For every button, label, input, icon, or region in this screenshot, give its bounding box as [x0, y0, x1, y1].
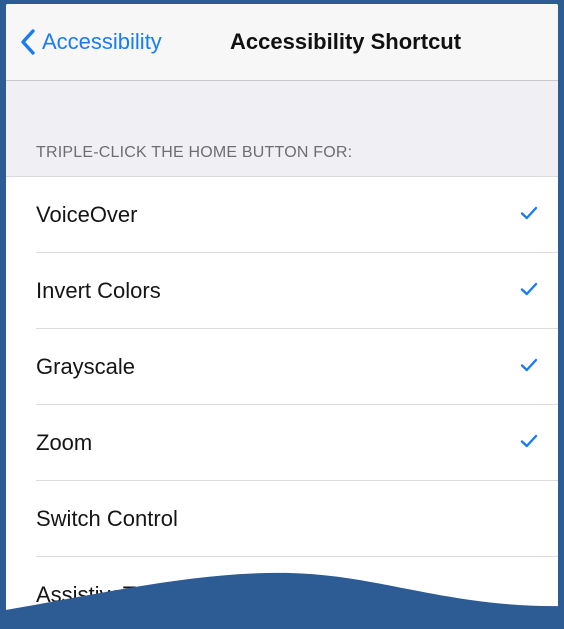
- checkmark-icon: [520, 206, 538, 220]
- option-label: Grayscale: [36, 354, 136, 379]
- section-header: TRIPLE-CLICK THE HOME BUTTON FOR:: [36, 144, 353, 161]
- option-zoom[interactable]: Zoom: [6, 405, 558, 481]
- ios-settings-screen: Accessibility Accessibility Shortcut TRI…: [6, 4, 558, 629]
- option-label: Switch Control: [36, 506, 178, 531]
- back-button-label: Accessibility: [42, 29, 162, 54]
- chevron-left-icon: [21, 29, 35, 55]
- option-label: VoiceOver: [36, 202, 138, 227]
- back-button[interactable]: Accessibility: [20, 24, 162, 60]
- option-switch-control[interactable]: Switch Control: [6, 481, 558, 557]
- option-voiceover[interactable]: VoiceOver: [6, 177, 558, 253]
- option-label: AssistiveTouch: [36, 582, 182, 607]
- checkmark-icon: [520, 358, 538, 372]
- checkmark-icon: [520, 434, 538, 448]
- option-label: Zoom: [36, 430, 93, 455]
- checkmark-icon: [520, 282, 538, 296]
- navigation-bar: Accessibility Accessibility Shortcut: [6, 4, 558, 81]
- option-grayscale[interactable]: Grayscale: [6, 329, 558, 405]
- option-label: Invert Colors: [36, 278, 161, 303]
- option-assistivetouch[interactable]: AssistiveTouch: [6, 557, 558, 629]
- shortcut-options-list: VoiceOver Invert Colors Grayscale Zoom S…: [6, 176, 558, 629]
- option-invert-colors[interactable]: Invert Colors: [6, 253, 558, 329]
- page-title: Accessibility Shortcut: [230, 29, 462, 54]
- slide-frame: Accessibility Accessibility Shortcut TRI…: [0, 0, 564, 629]
